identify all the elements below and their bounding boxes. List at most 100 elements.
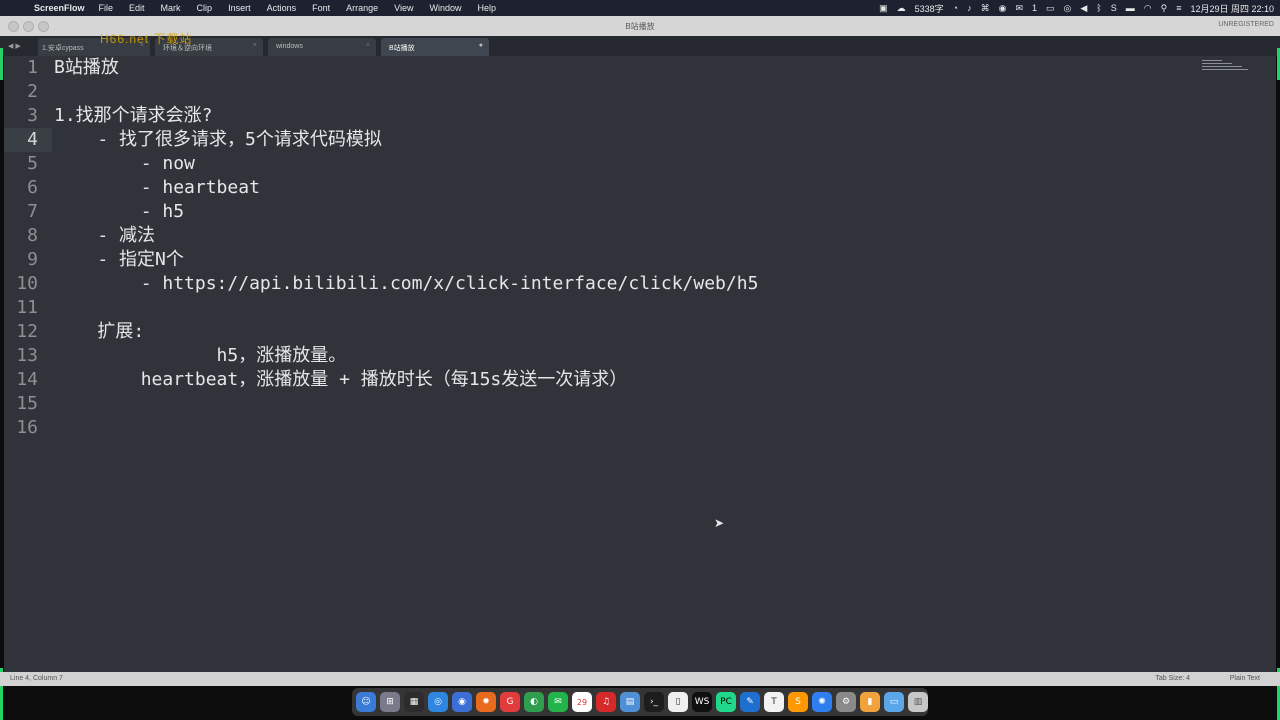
clock-text[interactable]: 12月29日 周四 22:10 (1190, 2, 1274, 15)
code-line[interactable]: - heartbeat (54, 176, 260, 200)
code-line[interactable]: 扩展: (54, 320, 144, 344)
typora-icon[interactable]: T (764, 692, 784, 712)
record-icon[interactable]: ◎ (1064, 3, 1072, 14)
wechat-count: 1 (1032, 3, 1038, 13)
text-editor[interactable]: 1 2 3 4 5 6 7 8 9 10 11 12 13 14 15 16 B站播放 1.找那个请求会涨? -… (4, 56, 1276, 672)
menu-insert[interactable]: Insert (228, 3, 251, 13)
code-line[interactable]: - 减法 (54, 224, 155, 248)
menu-window[interactable]: Window (430, 3, 462, 13)
line-number-gutter: 1 2 3 4 5 6 7 8 9 10 11 12 13 14 15 16 (4, 56, 44, 672)
line-number: 2 (27, 81, 38, 102)
tab-bilibili-play[interactable]: B站播放 ● (381, 38, 489, 56)
safari-icon[interactable]: ◎ (428, 692, 448, 712)
code-line[interactable]: h5，涨播放量。 (54, 344, 347, 368)
battery-icon[interactable]: ▬ (1126, 3, 1135, 13)
status-bar: Line 4, Column 7 Tab Size: 4 Plain Text (0, 672, 1280, 686)
word-count-text[interactable]: 5338字 (915, 2, 944, 15)
close-icon[interactable]: × (366, 42, 370, 49)
mission-control-icon[interactable]: ▦ (404, 692, 424, 712)
watermark-logo: H66.net 下载站 (100, 32, 193, 46)
search-icon[interactable]: ⚲ (1161, 3, 1168, 14)
menu-arrange[interactable]: Arrange (346, 3, 378, 13)
code-line[interactable]: - https://api.bilibili.com/x/click-inter… (54, 272, 759, 296)
code-line[interactable]: - 找了很多请求，5个请求代码模拟 (54, 128, 382, 152)
git-icon[interactable]: G (500, 692, 520, 712)
preview-icon[interactable]: ▤ (620, 692, 640, 712)
microphone-icon[interactable]: ♪ (967, 3, 972, 13)
menu-bar: ScreenFlow File Edit Mark Clip Insert Ac… (0, 0, 1280, 16)
launchpad-icon[interactable]: ⊞ (380, 692, 400, 712)
line-number: 5 (27, 153, 38, 174)
tab-nav-arrows-icon[interactable]: ◀ ▶ (0, 42, 38, 50)
line-number: 9 (27, 249, 38, 270)
chrome-icon[interactable]: ◉ (452, 692, 472, 712)
tab-label: B站播放 (389, 45, 415, 52)
minimap[interactable] (1202, 60, 1252, 76)
menu-mark[interactable]: Mark (161, 3, 181, 13)
control-center-icon[interactable]: ≡ (1176, 3, 1181, 13)
line-number: 10 (16, 273, 38, 294)
cloud-icon[interactable]: ☁ (897, 3, 906, 14)
input-method-icon[interactable]: S (1111, 3, 1117, 13)
tab-label: windows (276, 43, 303, 50)
volume-icon[interactable]: ◀ (1080, 3, 1087, 14)
wifi-icon[interactable]: ◠ (1144, 3, 1152, 14)
translate-icon[interactable]: ⌘ (981, 3, 990, 14)
trash-icon[interactable]: ▥ (908, 692, 928, 712)
folder-icon[interactable]: ▮ (860, 692, 880, 712)
wechat-icon[interactable]: ✉ (548, 692, 568, 712)
settings-icon[interactable]: ⚙ (836, 692, 856, 712)
chrome-alt-icon[interactable]: ◐ (524, 692, 544, 712)
line-number: 1 (27, 57, 38, 78)
menu-edit[interactable]: Edit (129, 3, 145, 13)
netease-music-icon[interactable]: ♫ (596, 692, 616, 712)
tab-size-selector[interactable]: Tab Size: 4 (1155, 675, 1190, 682)
menu-clip[interactable]: Clip (197, 3, 213, 13)
terminal-icon[interactable]: ›_ (644, 692, 664, 712)
code-line[interactable]: - now (54, 152, 195, 176)
mouse-pointer-icon: ➤ (714, 516, 725, 530)
finder-small-icon[interactable]: ▯ (668, 692, 688, 712)
code-line[interactable]: B站播放 (54, 56, 119, 80)
line-number: 11 (16, 297, 38, 318)
calendar-day: 29 (576, 697, 588, 707)
menu-app-name[interactable]: ScreenFlow (34, 3, 85, 13)
line-number: 7 (27, 201, 38, 222)
navigation-icon[interactable]: ◉ (999, 3, 1007, 14)
code-line[interactable]: - 指定N个 (54, 248, 184, 272)
tab-windows[interactable]: windows × (268, 38, 376, 56)
finder-icon[interactable]: ☺ (356, 692, 376, 712)
cursor-position: Line 4, Column 7 (10, 675, 63, 682)
unregistered-label: UNREGISTERED (1218, 21, 1274, 28)
line-number: 12 (16, 321, 38, 342)
firefox-icon[interactable]: ✹ (476, 692, 496, 712)
line-number: 4 (27, 129, 38, 150)
menu-file[interactable]: File (99, 3, 114, 13)
webstorm-icon[interactable]: WS (692, 692, 712, 712)
syntax-selector[interactable]: Plain Text (1230, 675, 1260, 682)
unsaved-dot-icon[interactable]: ● (479, 42, 483, 49)
display-icon[interactable]: ▭ (1046, 3, 1055, 14)
line-number: 3 (27, 105, 38, 126)
dock: ☺ ⊞ ▦ ◎ ◉ ✹ G ◐ ✉ 29 ♫ ▤ ›_ ▯ WS PC ✎ T … (352, 688, 928, 716)
wechat-status-icon[interactable]: ✉ (1015, 3, 1023, 14)
status-menus: ▣ ☁ 5338字 ◔ ♪ ⌘ ◉ ✉ 1 ▭ ◎ ◀ ᛒ S ▬ ◠ ⚲ ≡ … (879, 0, 1274, 16)
close-icon[interactable]: × (253, 42, 257, 49)
code-line[interactable]: heartbeat，涨播放量 + 播放时长（每15s发送一次请求） (54, 368, 628, 392)
pycharm-icon[interactable]: PC (716, 692, 736, 712)
bluetooth-icon[interactable]: ᛒ (1096, 3, 1101, 13)
menu-view[interactable]: View (394, 3, 413, 13)
messages-icon[interactable]: ✺ (812, 692, 832, 712)
line-number: 6 (27, 177, 38, 198)
screen-record-icon[interactable]: ▣ (879, 3, 888, 14)
menu-actions[interactable]: Actions (267, 3, 297, 13)
downloads-icon[interactable]: ▭ (884, 692, 904, 712)
xcode-icon[interactable]: ✎ (740, 692, 760, 712)
calendar-icon[interactable]: 29 (572, 692, 592, 712)
menu-font[interactable]: Font (312, 3, 330, 13)
sublime-icon[interactable]: S (788, 692, 808, 712)
timer-icon[interactable]: ◔ (953, 3, 958, 13)
code-line[interactable]: 1.找那个请求会涨? (54, 104, 213, 128)
menu-help[interactable]: Help (478, 3, 497, 13)
code-line[interactable]: - h5 (54, 200, 184, 224)
